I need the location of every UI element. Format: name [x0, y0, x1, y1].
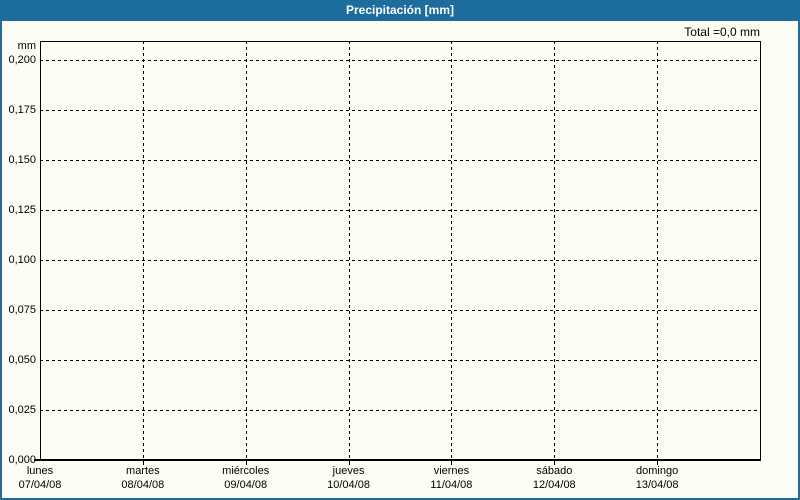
x-tick-day-label: jueves [332, 465, 365, 477]
x-tick-label: martes 08/04/08 [88, 464, 198, 492]
x-tick-label: sábado 12/04/08 [499, 464, 609, 492]
y-tick-label: 0,100 [8, 254, 36, 266]
y-tick-label: 0,200 [8, 54, 36, 66]
x-tick-day-label: domingo [636, 465, 679, 477]
y-tick-label: 0,050 [8, 354, 36, 366]
x-tick-day-label: viernes [433, 465, 470, 477]
x-tick-label: viernes 11/04/08 [396, 464, 506, 492]
y-tick-label: 0,025 [8, 404, 36, 416]
x-tick-date-label: 11/04/08 [430, 479, 473, 491]
y-tick-label: 0,075 [8, 304, 36, 316]
precipitation-chart-panel: Precipitación [mm] Total =0,0 mm mm 0,00… [0, 0, 800, 500]
y-tick-label: 0,125 [8, 204, 36, 216]
x-tick-date-label: 13/04/08 [635, 479, 679, 491]
x-tick-date-label: 10/04/08 [327, 479, 370, 491]
x-tick-date-label: 07/04/08 [18, 479, 62, 491]
x-tick-day-label: martes [126, 465, 160, 477]
x-tick-day-label: miércoles [222, 465, 270, 477]
x-tick-date-label: 09/04/08 [224, 479, 268, 491]
x-tick-label: domingo 13/04/08 [602, 464, 712, 492]
x-tick-day-label: sábado [536, 465, 573, 477]
x-tick-label: lunes 07/04/08 [0, 464, 95, 492]
x-tick-date-label: 08/04/08 [121, 479, 165, 491]
x-tick-label: jueves 10/04/08 [294, 464, 404, 492]
x-tick-day-label: lunes [26, 465, 54, 477]
x-tick-date-label: 12/04/08 [532, 479, 576, 491]
x-tick-label: miércoles 09/04/08 [191, 464, 301, 492]
y-tick-label: 0,150 [8, 154, 36, 166]
plot-area [34, 41, 761, 465]
y-tick-label: 0,175 [8, 104, 36, 116]
